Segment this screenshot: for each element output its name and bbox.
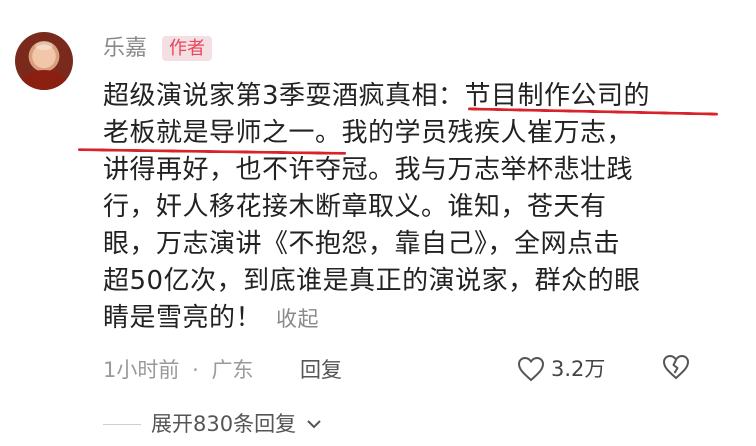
dislike-button[interactable] — [662, 354, 690, 384]
collapse-link[interactable]: 收起 — [276, 307, 319, 331]
username[interactable]: 乐嘉 — [103, 36, 147, 62]
location: 广东 — [211, 358, 254, 382]
meta-separator: · — [192, 358, 199, 382]
reply-button[interactable]: 回复 — [300, 356, 342, 384]
comment-line: 老板就是导师之一。我的学员残疾人崔万志， — [103, 118, 634, 148]
avatar-highlight — [35, 42, 53, 50]
avatar[interactable] — [15, 32, 73, 90]
comment-line-last: 睛是雪亮的！ 收起 — [103, 300, 723, 338]
broken-heart-icon — [662, 354, 690, 380]
comment-line: 眼，万志演讲《不抱怨，靠自己》，全网点击 — [103, 229, 621, 259]
chevron-down-icon — [307, 420, 321, 429]
author-badge: 作者 — [162, 36, 212, 61]
expand-replies-label: 展开830条回复 — [151, 412, 297, 436]
expand-divider — [103, 423, 141, 425]
heart-icon — [517, 356, 545, 382]
comment-line-text: 睛是雪亮的！ — [103, 303, 263, 333]
avatar-robe — [21, 70, 67, 90]
timestamp: 1小时前 — [103, 358, 180, 382]
like-button[interactable]: 3.2万 — [517, 354, 605, 384]
comment-line: 超50亿次，到底谁是真正的演说家，群众的眼 — [103, 266, 641, 296]
like-count: 3.2万 — [551, 357, 606, 381]
comment-meta: 1小时前 · 广东 — [103, 356, 253, 384]
comment-line: 行，奸人移花接木断章取义。谁知，苍天有 — [103, 192, 607, 222]
comment-line: 超级演说家第3季耍酒疯真相：节目制作公司的 — [103, 81, 651, 111]
comment-line: 讲得再好，也不许夺冠。我与万志举杯悲壮践 — [103, 155, 634, 185]
comment-body: 超级演说家第3季耍酒疯真相：节目制作公司的 老板就是导师之一。我的学员残疾人崔万… — [103, 78, 723, 338]
expand-replies[interactable]: 展开830条回复 — [103, 410, 322, 438]
